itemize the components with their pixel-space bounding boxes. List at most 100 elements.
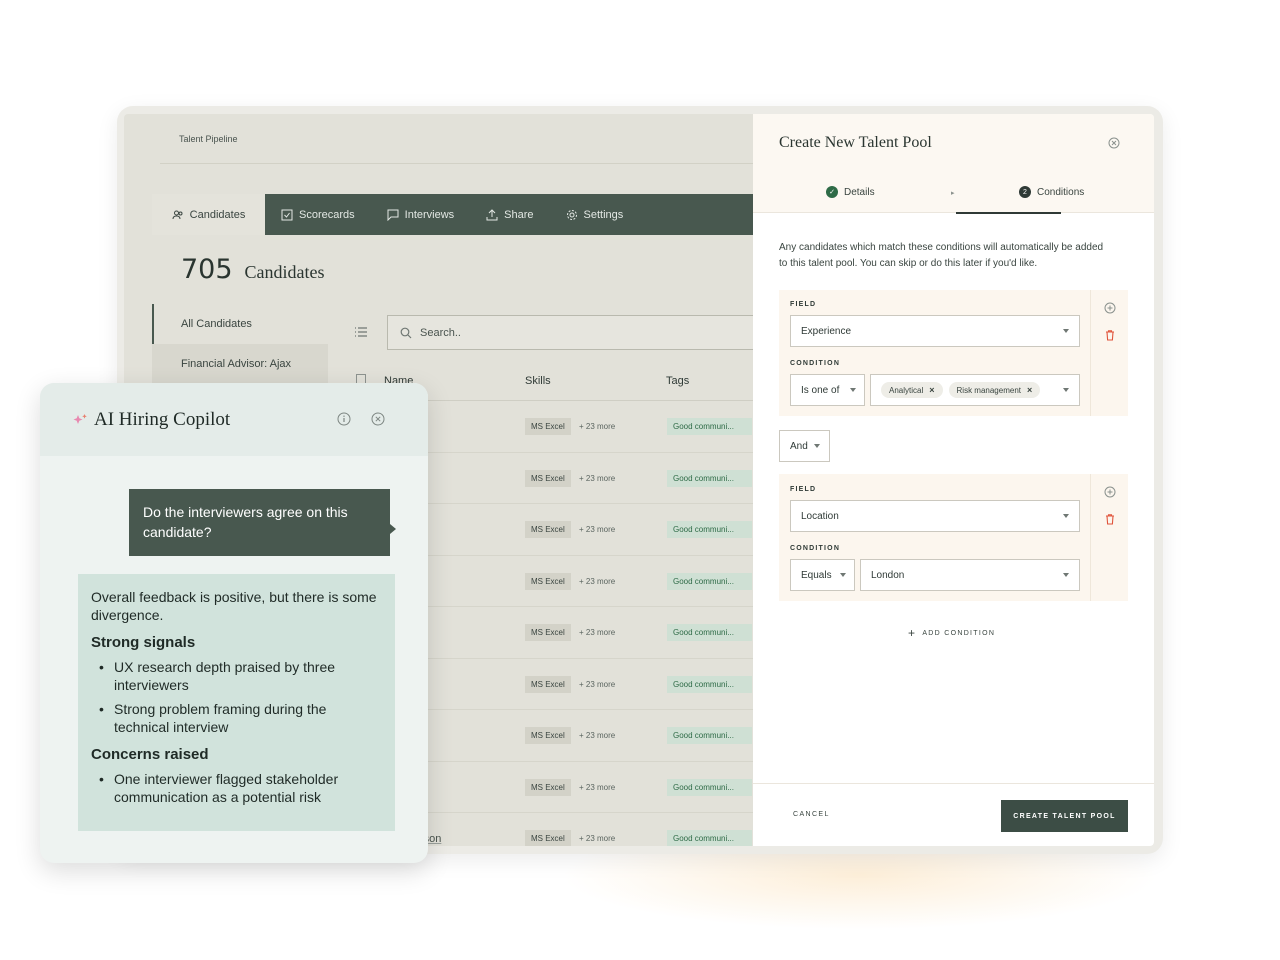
panel-title: Create New Talent Pool [779,134,932,151]
close-icon[interactable] [371,412,385,426]
candidate-count: 705 [181,254,233,285]
stepper: ✓ Details ▸ 2 Conditions [753,180,1154,214]
more-skills[interactable]: + 23 more [579,628,615,637]
list-view-icon[interactable] [354,325,368,339]
field-label: FIELD [790,301,817,308]
breadcrumb[interactable]: Talent Pipeline [179,134,238,144]
plus-icon: + [908,626,917,640]
sparkle-icon [73,414,87,424]
caret-down-icon [1063,573,1069,577]
skill-badge: MS Excel [525,521,571,538]
tag-badge: Good communi... [667,778,752,796]
search-placeholder: Search.. [420,326,461,339]
add-condition-button[interactable]: + ADD CONDITION [908,626,995,640]
value-chip[interactable]: Risk management × [948,382,1041,398]
trash-icon[interactable] [1104,513,1116,525]
strong-signals-heading: Strong signals [91,634,196,651]
field-label: FIELD [790,486,817,493]
more-skills[interactable]: + 23 more [579,731,615,740]
operator-value: Is one of [801,384,840,396]
caret-down-icon [1063,514,1069,518]
close-icon[interactable] [1108,137,1120,149]
caret-down-icon [850,388,856,392]
tab-share[interactable]: Share [470,194,549,235]
tab-settings[interactable]: Settings [550,194,640,235]
skill-badge: MS Excel [525,624,571,641]
more-skills[interactable]: + 23 more [579,474,615,483]
value-select[interactable]: London [860,559,1080,591]
create-talent-pool-button[interactable]: CREATE TALENT POOL [1001,800,1128,832]
condition-block-2: FIELD Location CONDITION Equals London [779,474,1128,601]
tab-candidates[interactable]: Candidates [152,194,265,235]
add-circle-icon[interactable] [1104,302,1116,314]
concerns-list: One interviewer flagged stakeholder comm… [91,770,382,806]
nav-item-label: Financial Advisor: Ajax [181,358,292,370]
column-header-skills[interactable]: Skills [525,375,551,387]
nav-item-all-candidates[interactable]: All Candidates [152,304,328,344]
list-item: UX research depth praised by three inter… [91,658,382,694]
field-select[interactable]: Location [790,500,1080,532]
panel-footer: CANCEL CREATE TALENT POOL [753,783,1154,846]
trash-icon[interactable] [1104,329,1116,341]
more-skills[interactable]: + 23 more [579,680,615,689]
chip-label: Analytical [889,385,924,395]
tag-badge: Good communi... [667,418,752,435]
add-circle-icon[interactable] [1104,486,1116,498]
step-number: 2 [1019,186,1031,198]
remove-icon[interactable]: × [929,385,934,395]
copilot-answer: Overall feedback is positive, but there … [78,574,395,831]
caret-down-icon [840,573,846,577]
skill-badge: MS Excel [525,418,571,435]
field-select[interactable]: Experience [790,315,1080,347]
bubble-tail [390,524,396,534]
answer-summary: Overall feedback is positive, but there … [91,589,377,623]
tag-badge: Good communi... [667,727,752,744]
condition-actions [1090,290,1128,416]
page-title: 705 Candidates [181,254,325,285]
nav-item-label: All Candidates [181,318,252,330]
more-skills[interactable]: + 23 more [579,577,615,586]
gear-icon [566,209,577,220]
remove-icon[interactable]: × [1027,385,1032,395]
step-conditions[interactable]: 2 Conditions [1019,186,1084,198]
condition-fields: FIELD Experience CONDITION Is one of Ana… [779,290,1090,416]
nav-item-financial-advisor[interactable]: Financial Advisor: Ajax [152,344,328,384]
search-input[interactable]: Search.. [387,315,767,350]
chevron-right-icon: ▸ [951,190,955,197]
list-item: Strong problem framing during the techni… [91,700,382,736]
chip-label: Risk management [956,385,1021,395]
tab-interviews[interactable]: Interviews [371,194,471,235]
more-skills[interactable]: + 23 more [579,834,615,843]
skill-badge: MS Excel [525,830,571,846]
copilot-header: AI Hiring Copilot [40,383,428,456]
condition-actions [1090,474,1128,601]
more-skills[interactable]: + 23 more [579,783,615,792]
more-skills[interactable]: + 23 more [579,525,615,534]
step-details[interactable]: ✓ Details [826,186,875,198]
tag-badge: Good communi... [667,624,752,641]
field-value: Experience [801,325,852,337]
value-chip[interactable]: Analytical × [881,382,943,398]
column-header-tags[interactable]: Tags [666,375,689,387]
user-question-bubble: Do the interviewers agree on this candid… [129,489,390,556]
tab-label: Share [504,208,534,221]
joiner-select[interactable]: And [779,430,830,462]
info-icon[interactable] [337,412,351,426]
tag-badge: Good communi... [667,469,752,487]
caret-down-icon [813,444,820,448]
tab-label: Scorecards [299,208,355,221]
caret-down-icon [1063,388,1069,392]
candidate-label: Candidates [244,262,325,282]
condition-block-1: FIELD Experience CONDITION Is one of Ana… [779,290,1128,416]
check-icon: ✓ [826,186,838,198]
skill-badge: MS Excel [525,469,571,487]
add-condition-label: ADD CONDITION [922,629,996,637]
tab-scorecards[interactable]: Scorecards [265,194,371,235]
skill-badge: MS Excel [525,572,571,590]
more-skills[interactable]: + 23 more [579,422,615,431]
cancel-button[interactable]: CANCEL [793,811,830,818]
operator-select[interactable]: Is one of [790,374,865,406]
values-multiselect[interactable]: Analytical × Risk management × [870,374,1080,406]
operator-select[interactable]: Equals [790,559,855,591]
strong-signals-list: UX research depth praised by three inter… [91,658,382,736]
